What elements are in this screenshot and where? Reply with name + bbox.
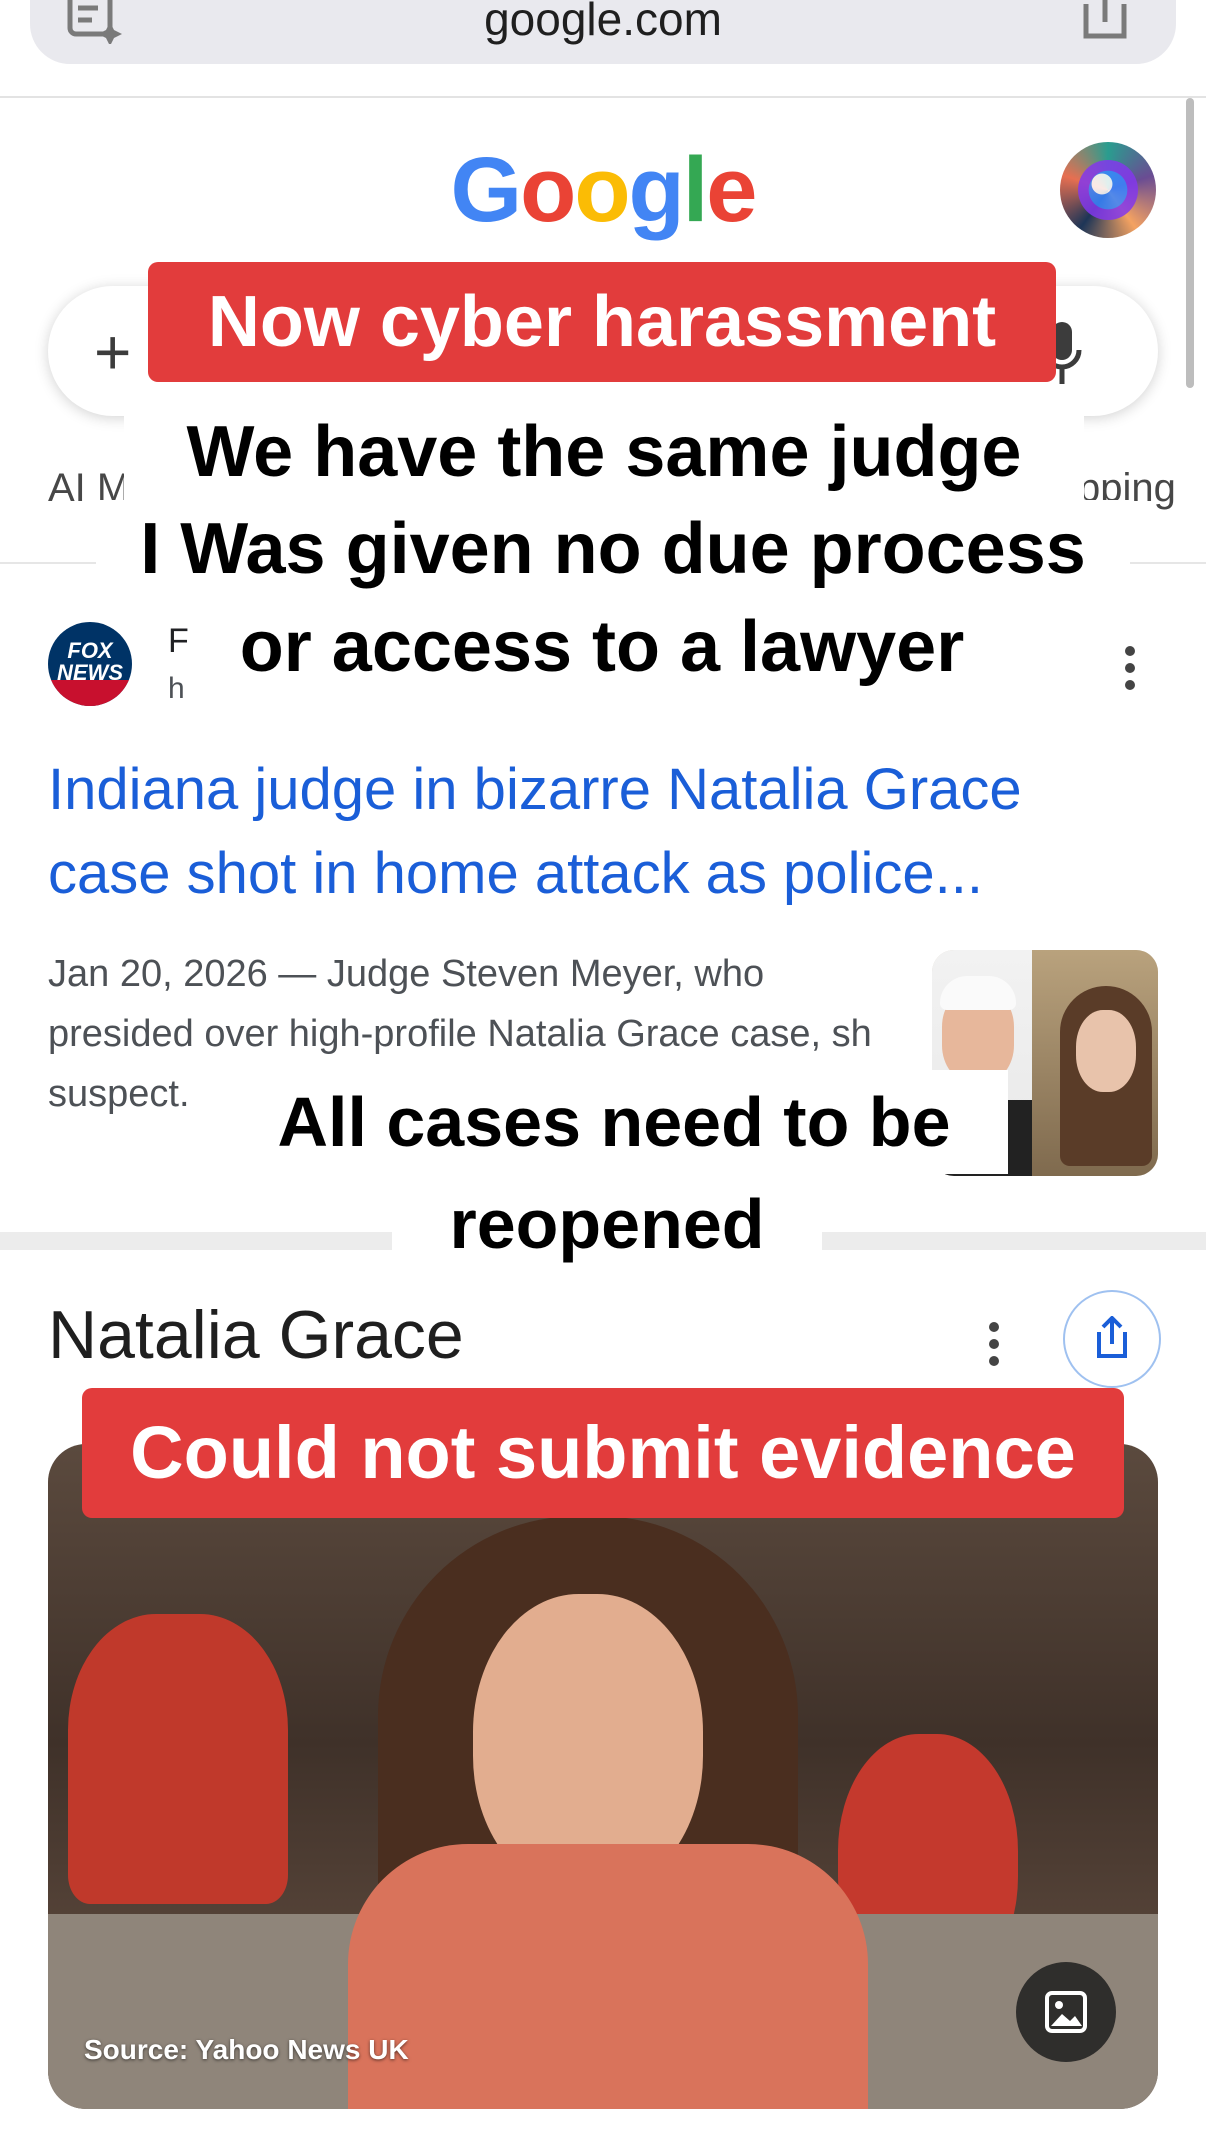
url-text[interactable]: google.com: [0, 0, 1206, 46]
more-options-icon[interactable]: [1124, 646, 1136, 690]
overlay-caption-cases-1: All cases need to be: [220, 1070, 1008, 1174]
image-source-caption: Source: Yahoo News UK: [84, 2034, 409, 2065]
overlay-caption-cyber: Now cyber harassment: [148, 262, 1056, 382]
knowledge-panel-title: Natalia Grace: [48, 1297, 464, 1373]
background-shape: [68, 1614, 288, 1904]
logo-letter: G: [450, 139, 523, 241]
logo-letter: o: [574, 139, 630, 241]
overlay-caption-judge-2: I Was given no due process: [96, 500, 1130, 598]
share-button[interactable]: [1063, 1290, 1161, 1388]
overlay-caption-judge-1: We have the same judge: [124, 404, 1084, 500]
add-icon[interactable]: +: [94, 312, 131, 392]
knowledge-panel-image[interactable]: Source: Yahoo News UK: [48, 1444, 1158, 2109]
source-url: h: [168, 672, 185, 705]
news-headline-link[interactable]: Indiana judge in bizarre Natalia Grace c…: [48, 748, 1158, 916]
logo-letter: g: [628, 139, 685, 241]
more-options-icon[interactable]: [988, 1322, 1000, 1366]
avatar[interactable]: [1060, 142, 1156, 238]
source-name[interactable]: F: [168, 622, 189, 661]
fox-news-logo[interactable]: FOX NEWS: [48, 622, 132, 706]
logo-letter: e: [706, 139, 757, 241]
fox-news-logo-text: FOX NEWS: [57, 638, 123, 685]
image-gallery-icon[interactable]: [1016, 1962, 1116, 2062]
share-page-icon[interactable]: [1080, 0, 1130, 44]
shirt-shape: [348, 1844, 868, 2109]
toolbar-divider: [0, 96, 1206, 98]
overlay-caption-judge-3: or access to a lawyer: [204, 598, 1000, 696]
google-logo: Google: [0, 138, 1206, 243]
overlay-caption-cases-2: reopened: [392, 1174, 822, 1274]
logo-letter: l: [682, 139, 709, 241]
logo-letter: o: [520, 139, 576, 241]
overlay-caption-evidence: Could not submit evidence: [82, 1388, 1124, 1518]
